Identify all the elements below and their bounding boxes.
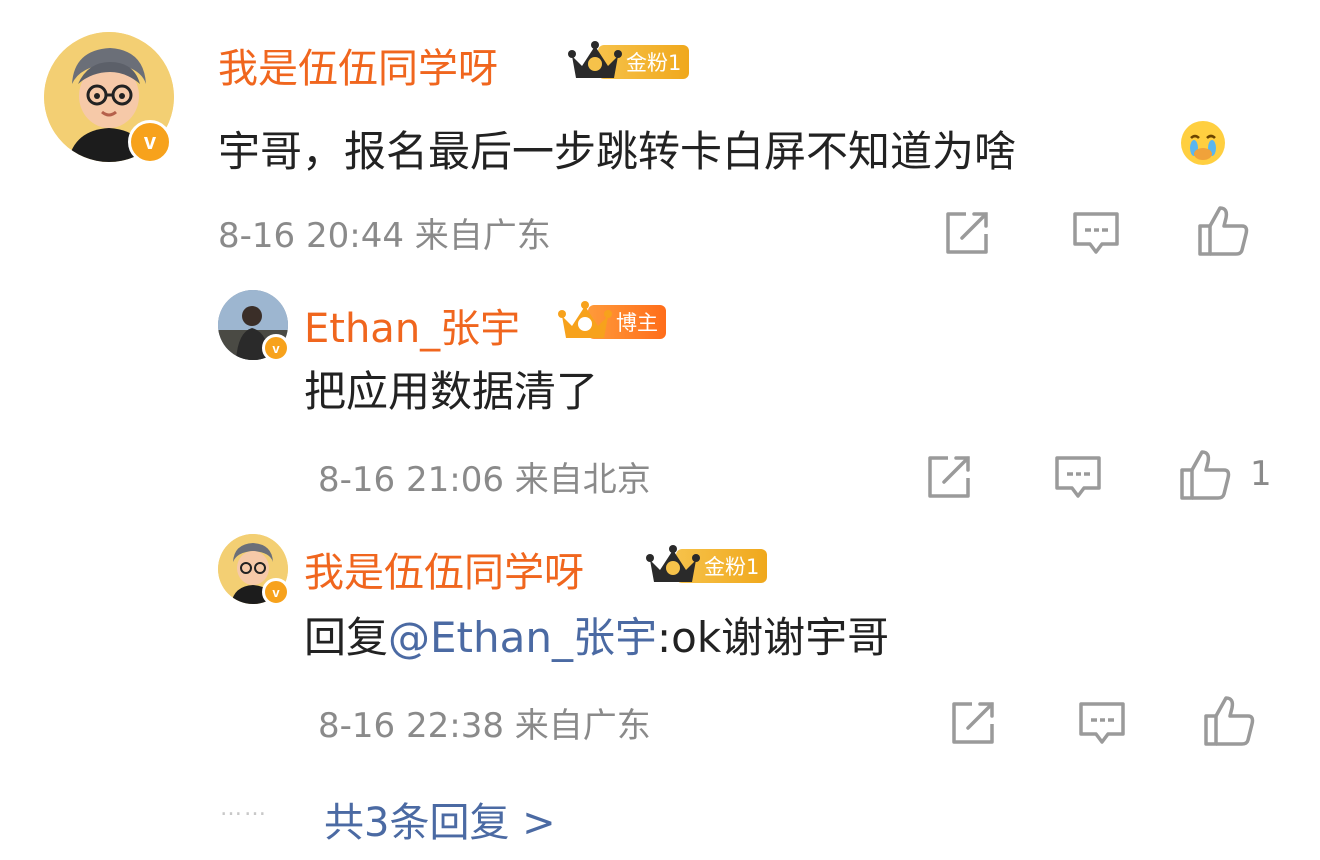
crown-icon (558, 301, 612, 338)
comment-meta: 8-16 20:44 来自广东 (218, 216, 551, 256)
share-icon[interactable] (924, 452, 974, 502)
commenter-name[interactable]: 我是伍伍同学呀 (218, 36, 498, 94)
verified-icon: v (262, 578, 290, 606)
more-replies-link[interactable]: 共3条回复 > (324, 790, 556, 848)
crown-icon (646, 545, 700, 582)
fan-badge[interactable]: 金粉1 (568, 40, 690, 84)
verified-icon: v (262, 334, 290, 362)
share-icon[interactable] (942, 208, 992, 258)
like-icon[interactable] (1196, 204, 1250, 258)
comment-text: 宇哥，报名最后一步跳转卡白屏不知道为啥 (218, 127, 1017, 176)
share-icon[interactable] (948, 698, 998, 748)
avatar-author[interactable]: v (218, 290, 290, 362)
more-replies-dots: …… (220, 796, 268, 821)
like-icon[interactable] (1178, 448, 1232, 502)
crown-icon (568, 41, 622, 78)
reply-body: :ok谢谢宇哥 (657, 613, 890, 662)
avatar-commenter[interactable]: v (218, 534, 290, 606)
like-icon[interactable] (1202, 694, 1256, 748)
cry-face-emoji (1181, 121, 1225, 165)
reply-2-meta: 8-16 22:38 来自广东 (318, 706, 651, 746)
mention-link[interactable]: @Ethan_张宇 (388, 613, 657, 662)
reply-prefix: 回复 (304, 613, 389, 662)
comment-icon[interactable] (1076, 698, 1128, 748)
comment-icon[interactable] (1052, 452, 1104, 502)
reply-1-author-name[interactable]: Ethan_张宇 (304, 296, 520, 354)
reply-2-text: 回复@Ethan_张宇:ok谢谢宇哥 (304, 604, 889, 665)
avatar-commenter[interactable]: v (44, 32, 174, 164)
verified-icon: v (128, 120, 172, 164)
fan-badge[interactable]: 金粉1 (646, 544, 768, 588)
comment-icon[interactable] (1070, 208, 1122, 258)
reply-1-like-count: 1 (1250, 454, 1272, 494)
author-badge[interactable]: 博主 (558, 300, 666, 344)
reply-1-text: 把应用数据清了 (304, 367, 599, 416)
reply-1-meta: 8-16 21:06 来自北京 (318, 460, 651, 500)
reply-2-author-name[interactable]: 我是伍伍同学呀 (304, 540, 584, 598)
